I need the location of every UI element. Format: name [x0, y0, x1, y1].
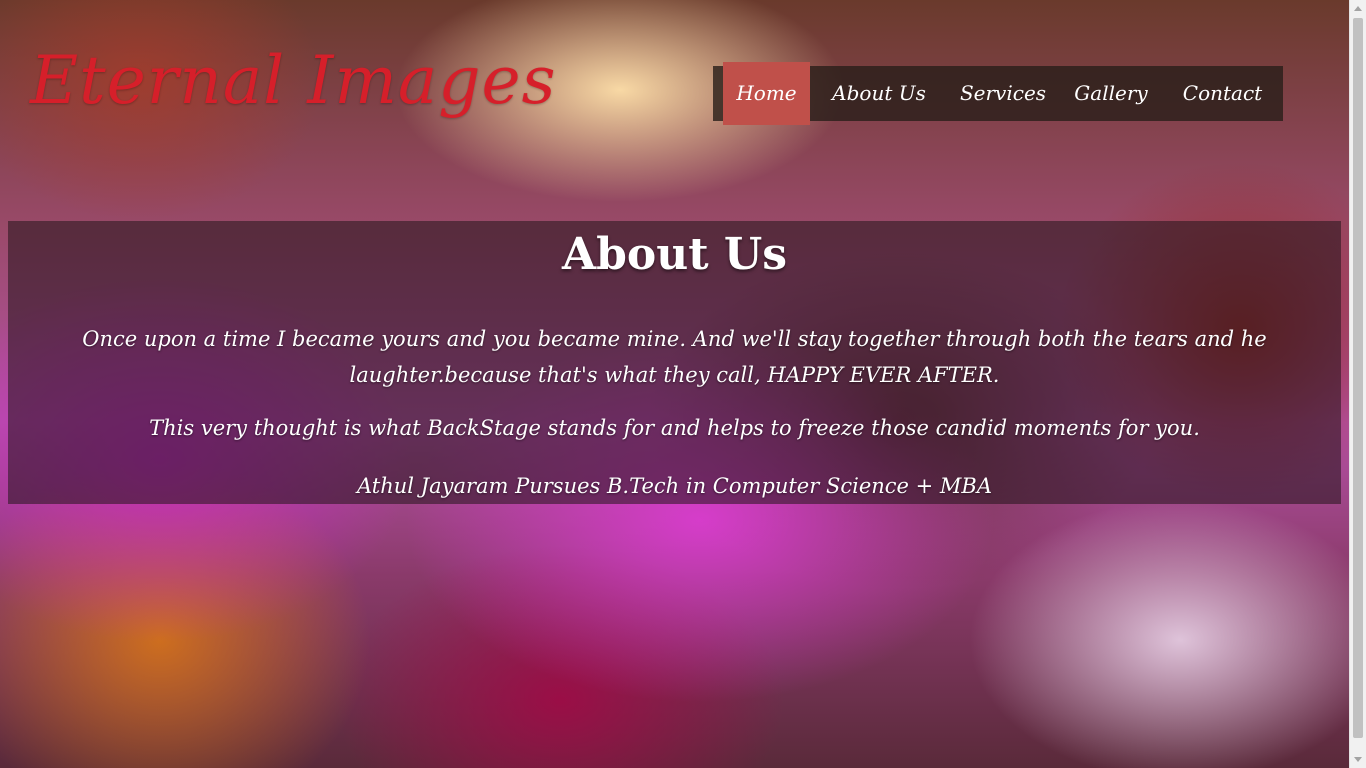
- nav-item-contact[interactable]: Contact: [1175, 66, 1270, 121]
- about-paragraph-mission: This very thought is what BackStage stan…: [149, 416, 1200, 440]
- about-paragraph-intro: Once upon a time I became yours and you …: [82, 327, 1267, 387]
- hero-background: Eternal Images Home About Us Services Ga…: [0, 0, 1349, 768]
- scroll-down-icon[interactable]: [1354, 757, 1362, 762]
- about-title: About Us: [561, 229, 788, 280]
- about-paragraph-founder: Athul Jayaram Pursues B.Tech in Computer…: [356, 474, 993, 498]
- scroll-up-icon[interactable]: [1354, 6, 1362, 11]
- site-logo[interactable]: Eternal Images: [30, 42, 556, 119]
- nav-item-home[interactable]: Home: [723, 62, 810, 125]
- nav-item-services[interactable]: Services: [953, 66, 1053, 121]
- main-nav: Home About Us Services Gallery Contact: [713, 62, 1283, 125]
- nav-item-about-us[interactable]: About Us: [820, 66, 938, 121]
- scrollbar-thumb[interactable]: [1353, 18, 1363, 738]
- nav-item-gallery[interactable]: Gallery: [1071, 66, 1151, 121]
- vertical-scrollbar[interactable]: [1349, 0, 1366, 768]
- about-section: About Us Once upon a time I became yours…: [8, 221, 1341, 504]
